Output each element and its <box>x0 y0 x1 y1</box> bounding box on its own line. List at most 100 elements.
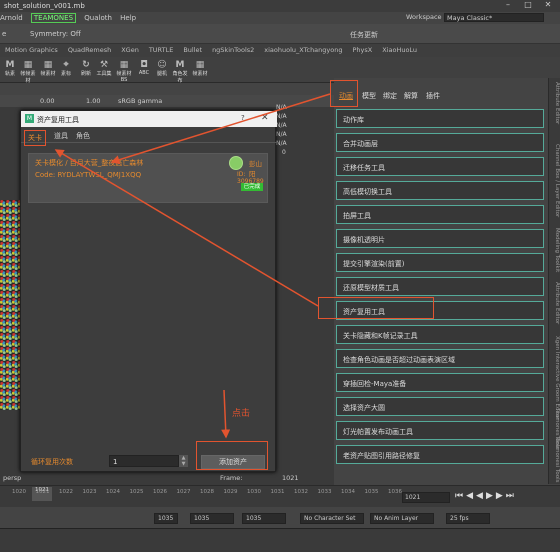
side-tab[interactable]: Teamonesi Tools <box>551 438 560 482</box>
minimize-button[interactable]: – <box>498 0 518 12</box>
channel-value: N/A <box>276 122 287 129</box>
shelf-button[interactable]: ▦ 帧素材BS <box>116 60 132 83</box>
channel-value: N/A <box>276 113 287 120</box>
timeline-tick: 1031 <box>270 489 285 495</box>
anim-end-field[interactable]: 1035 <box>242 513 286 524</box>
asset-title: 关卡模化 / 目月大营_整夜逃亡森林 <box>35 159 144 167</box>
shelf-tab[interactable]: TURTLE <box>144 44 178 56</box>
status-line: e Symmetry: Off 任务更新 <box>0 24 560 44</box>
timeline-tick: 1021 <box>35 489 50 495</box>
side-tab[interactable]: Attribute Editor <box>551 282 560 324</box>
shelf-button[interactable]: ▦ 帧素材 <box>192 60 208 80</box>
shelf-button[interactable]: ⌖ 素标 <box>58 60 74 80</box>
tool-button[interactable]: 拍屏工具 <box>336 205 544 224</box>
side-tab[interactable]: Attribute Editor <box>551 82 560 124</box>
tool-button[interactable]: 迁移任务工具 <box>336 157 544 176</box>
colorspace-dropdown[interactable]: sRGB gamma <box>118 97 162 105</box>
menu-teamones[interactable]: TEAMONES <box>30 13 77 23</box>
command-line[interactable] <box>0 528 560 552</box>
tool-button[interactable]: 动作库 <box>336 109 544 128</box>
tab-rigging[interactable]: 绑定 <box>383 91 397 101</box>
tool-button[interactable]: 提交引擎渲染(前置) <box>336 253 544 272</box>
dialog-close-button[interactable]: ✕ <box>261 113 269 123</box>
tab-props[interactable]: 道具 <box>51 129 71 143</box>
side-tab[interactable]: Channel Box / Layer Editor <box>551 144 560 217</box>
gamma-value[interactable]: 1.00 <box>86 97 100 105</box>
tab-level[interactable]: 关卡 <box>24 130 46 146</box>
shelf-tab[interactable]: Bullet <box>178 44 207 56</box>
timeline-tick: 1025 <box>129 489 144 495</box>
menu-help[interactable]: Help <box>120 14 136 22</box>
shelf-tab[interactable]: QuadRemesh <box>63 44 116 56</box>
tab-model[interactable]: 模型 <box>362 91 376 101</box>
tool-button[interactable]: 高低模切换工具 <box>336 181 544 200</box>
shelf-button[interactable]: ☺ 腿机 <box>154 60 170 80</box>
shelf-tab[interactable]: Motion Graphics <box>0 44 63 56</box>
shelf-tabs: Motion Graphics QuadRemesh XGen TURTLE Bulle… <box>0 44 560 57</box>
channel-value: N/A <box>276 104 287 111</box>
range-end-field[interactable]: 1035 <box>190 513 234 524</box>
shelf-button[interactable]: ▦ 帐帧素材 <box>20 60 36 84</box>
timeline-tick: 1036 <box>388 489 402 495</box>
side-tab[interactable]: Modeling Toolkit <box>551 228 560 272</box>
exposure-value[interactable]: 0.00 <box>40 97 54 105</box>
dialog-title-bar: M 资产复用工具 ? ✕ <box>21 111 277 127</box>
channel-values: N/A N/A N/A N/A N/A 0 <box>276 104 326 484</box>
workspace-selector[interactable]: Workspace : Maya Classic* <box>406 13 556 23</box>
timeline-tick: 1024 <box>106 489 120 495</box>
channel-value: 0 <box>282 149 286 156</box>
timeline-tick: 1026 <box>153 489 167 495</box>
shelf-button[interactable]: ⚒ 工具集 <box>96 60 112 80</box>
tools-panel: 动画 模型 绑定 解算 插件 动作库 合并动画层 迁移任务工具 高低模切换工具 … <box>334 78 548 484</box>
tool-button[interactable]: 检查角色动画是否超过动画表演区域 <box>336 349 544 368</box>
shelf-tab[interactable]: ngSkinTools2 <box>207 44 259 56</box>
tab-solve[interactable]: 解算 <box>404 91 418 101</box>
status-prefix: e <box>2 30 7 38</box>
maximize-button[interactable]: □ <box>518 0 538 12</box>
add-asset-highlight <box>196 441 268 470</box>
shelf-button[interactable]: ↻ 刷新 <box>78 60 94 80</box>
tool-button[interactable]: 老资产贴图引用路径修复 <box>336 445 544 464</box>
help-button[interactable]: ? <box>241 114 245 122</box>
tool-button[interactable]: 还原模型材质工具 <box>336 277 544 296</box>
asset-card[interactable]: 关卡模化 / 目月大营_整夜逃亡森林 Code: RYDLAYTWSL_QMJ1… <box>28 153 268 203</box>
tool-button[interactable]: 穿插回检-Maya准备 <box>336 373 544 392</box>
dialog-title: 资产复用工具 <box>37 116 79 124</box>
shelf-tab[interactable]: xiaohuolu_XTchangyong <box>259 44 347 56</box>
tool-button[interactable]: 合并动画层 <box>336 133 544 152</box>
workspace-dropdown[interactable]: Maya Classic* <box>444 13 544 22</box>
status-badge: 已完成 <box>241 183 263 191</box>
tool-button[interactable]: 关卡隐藏和K帧记录工具 <box>336 325 544 344</box>
timeline-tick: 1022 <box>59 489 73 495</box>
tool-button[interactable]: 摄像机透明片 <box>336 229 544 248</box>
symmetry-dropdown[interactable]: Symmetry: Off <box>30 30 81 38</box>
task-update-label[interactable]: 任务更新 <box>350 30 378 40</box>
maya-window: shot_solution_v001.mb – □ ✕ Arnold TEAMO… <box>0 0 560 552</box>
shelf-tab[interactable]: PhysX <box>347 44 377 56</box>
shelf-tab[interactable]: XiaoHuoLu <box>377 44 422 56</box>
close-button[interactable]: ✕ <box>538 0 558 12</box>
tab-animation-highlight <box>330 80 358 107</box>
shelf-button[interactable]: ▦ 帧素材 <box>40 60 56 80</box>
range-start-field[interactable]: 1035 <box>154 513 178 524</box>
tool-button[interactable]: 灯光帕置发布动画工具 <box>336 421 544 440</box>
menu-qualoth[interactable]: Qualoth <box>84 14 112 22</box>
tool-button[interactable]: 选择资产大圆 <box>336 397 544 416</box>
shelf-button[interactable]: M 轨素 <box>2 60 18 80</box>
shelf-button[interactable]: ◘ ABC <box>136 60 152 80</box>
anim-layer-dropdown[interactable]: No Anim Layer <box>370 513 434 524</box>
loop-count-stepper[interactable]: ▲ ▼ <box>179 455 188 467</box>
timeline-tick: 1027 <box>176 489 191 495</box>
shelf-tab[interactable]: XGen <box>116 44 144 56</box>
menu-arnold[interactable]: Arnold <box>0 14 23 22</box>
fps-dropdown[interactable]: 25 fps <box>446 513 490 524</box>
character-set-dropdown[interactable]: No Character Set <box>300 513 364 524</box>
loop-count-input[interactable]: 1 <box>109 455 179 467</box>
shelf-button[interactable]: M 角色发布 <box>172 60 188 84</box>
avatar <box>229 156 243 170</box>
frame-label: Frame: <box>220 474 243 482</box>
tab-plugins[interactable]: 插件 <box>426 91 440 101</box>
playback-controls[interactable]: ⏮◀◀▶▶⏭ <box>455 491 517 501</box>
current-frame-field[interactable]: 1021 <box>402 492 450 503</box>
tab-characters[interactable]: 角色 <box>73 129 93 143</box>
